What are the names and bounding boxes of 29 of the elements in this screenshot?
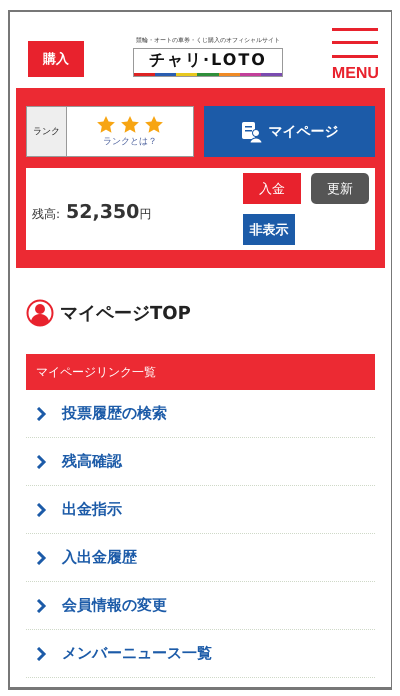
chevron-icon — [36, 598, 46, 612]
rank-label: ランク — [27, 107, 67, 156]
star-icon — [121, 116, 139, 132]
balance-text: 残高: 52,350円 — [32, 201, 152, 223]
buy-button[interactable]: 購入 — [28, 41, 84, 77]
deposit-button[interactable]: 入金 — [243, 173, 301, 204]
page-title: マイページTOP — [60, 302, 191, 325]
hide-button[interactable]: 非表示 — [243, 214, 295, 245]
mypage-link[interactable]: 出金指示 — [26, 486, 375, 534]
mypage-link[interactable]: 入出金履歴 — [26, 534, 375, 582]
user-document-icon — [240, 120, 262, 142]
chevron-icon — [36, 406, 46, 420]
chevron-icon — [36, 646, 46, 660]
links-heading: マイページリンク一覧 — [26, 354, 375, 390]
star-icon — [97, 116, 115, 132]
refresh-button[interactable]: 更新 — [311, 173, 369, 204]
menu-button[interactable]: MENU — [332, 28, 379, 82]
chevron-icon — [36, 502, 46, 516]
mypage-link[interactable]: 投票履歴の検索 — [26, 390, 375, 438]
mypage-link[interactable]: 残高確認 — [26, 438, 375, 486]
mypage-button[interactable]: マイページ — [204, 106, 375, 157]
rank-info-link[interactable]: ランクとは？ — [103, 134, 157, 148]
chevron-icon — [36, 550, 46, 564]
mypage-link[interactable]: 会員情報の変更 — [26, 582, 375, 630]
mypage-link[interactable]: メンバーニュース一覧 — [26, 630, 375, 678]
logo[interactable]: チャリ·LOTO — [132, 48, 283, 76]
star-icon — [145, 116, 163, 132]
chevron-icon — [36, 454, 46, 468]
user-icon — [26, 299, 54, 327]
